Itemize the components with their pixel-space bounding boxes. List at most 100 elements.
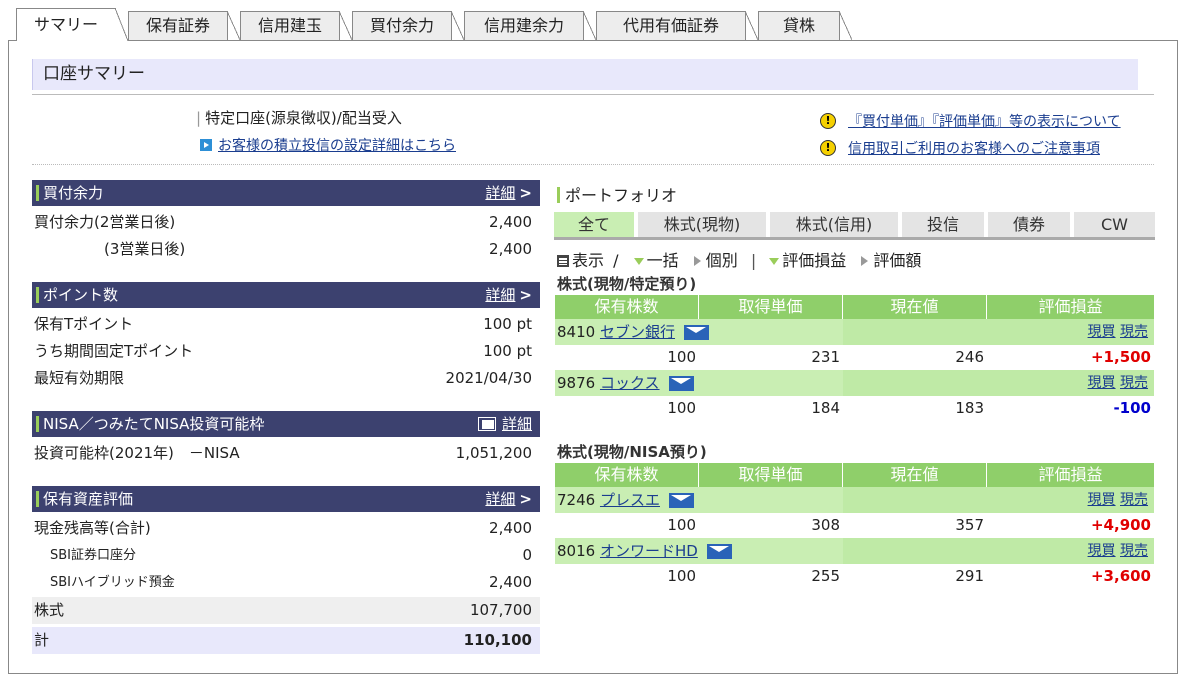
sell-link[interactable]: 現売: [1120, 543, 1148, 559]
buying-power-row: (3営業日後) 2,400: [104, 240, 532, 258]
dotted-divider: [32, 164, 1154, 165]
table-header: 保有株数 取得単価 現在値 評価損益: [555, 463, 1154, 487]
points-detail-link[interactable]: 詳細 >: [485, 282, 532, 308]
account-type-text: 特定口座(源泉徴収)/配当受入: [205, 109, 402, 127]
arrow-box-icon: [200, 139, 212, 151]
divider: [32, 94, 1154, 95]
assets-detail-link[interactable]: 詳細 >: [485, 486, 532, 512]
points-title: ポイント数: [43, 286, 119, 304]
portfolio-title: ポートフォリオ: [557, 182, 677, 206]
table-row-values: 100 255 291 +3,600: [555, 564, 1154, 589]
warning-icon: !: [820, 139, 836, 156]
table-row: 8410 セブン銀行 現買 現売: [555, 319, 1154, 345]
holdings-table: 保有株数 取得単価 現在値 評価損益 8410 セブン銀行 現買 現売 100 …: [555, 295, 1154, 421]
assets-header: 保有資産評価 詳細 >: [32, 486, 540, 512]
buy-link[interactable]: 現買: [1088, 492, 1116, 508]
page-title: 口座サマリー: [32, 59, 1138, 90]
tsumitate-info: お客様の積立投信の設定詳細はこちら: [200, 135, 456, 155]
table-row-values: 100 184 183 -100: [555, 396, 1154, 421]
nisa-title: NISA／つみたてNISA投資可能枠: [43, 415, 265, 433]
chevron-right-icon: >: [519, 490, 532, 508]
buying-power-row: 買付余力(2営業日後) 2,400: [34, 213, 532, 231]
tab-margin-positions[interactable]: 信用建玉: [240, 11, 352, 40]
assets-total-row: 計 110,100: [32, 627, 540, 654]
warning-icon: !: [820, 112, 836, 129]
pnl-value: -100: [1113, 399, 1151, 417]
pnl-value: +1,500: [1090, 348, 1151, 366]
chevron-right-icon: >: [519, 286, 532, 304]
triangle-down-icon: [633, 258, 644, 265]
nisa-row: 投資可能枠(2021年) －NISA 1,051,200: [34, 444, 532, 462]
table-row: 7246 プレスエ 現買 現売: [555, 487, 1154, 513]
assets-row: SBIハイブリッド預金 2,400: [50, 573, 532, 591]
group-title: 株式(現物/NISA預り): [557, 443, 707, 461]
group-title: 株式(現物/特定預り): [557, 275, 697, 293]
chevron-right-icon: >: [519, 184, 532, 202]
tab-stock-lending[interactable]: 貸株: [758, 11, 852, 40]
table-row: 8016 オンワードHD 現買 現売: [555, 538, 1154, 564]
stock-link[interactable]: オンワードHD: [600, 542, 698, 560]
tsumitate-link[interactable]: お客様の積立投信の設定詳細はこちら: [218, 138, 456, 154]
pf-tab-bonds[interactable]: 債券: [988, 212, 1070, 237]
mail-icon[interactable]: [668, 376, 694, 391]
points-row: うち期間固定Tポイント 100 pt: [34, 342, 532, 360]
assets-row: 現金残高等(合計) 2,400: [34, 519, 532, 537]
view-options: 表示 / 一括 個別 | 評価損益 評価額: [557, 247, 921, 271]
tab-summary[interactable]: サマリー: [16, 8, 128, 41]
pf-tab-stock-margin[interactable]: 株式(信用): [770, 212, 898, 237]
tab-buying-power[interactable]: 買付余力: [352, 11, 464, 40]
buy-link[interactable]: 現買: [1088, 375, 1116, 391]
mail-icon[interactable]: [683, 325, 709, 340]
table-row-values: 100 231 246 +1,500: [555, 345, 1154, 370]
pnl-value: +3,600: [1090, 567, 1151, 585]
pf-tab-cw[interactable]: CW: [1074, 212, 1155, 237]
notice-link-price-display[interactable]: 『買付単価』『評価単価』等の表示について: [848, 111, 1121, 131]
nisa-header: NISA／つみたてNISA投資可能枠 詳細: [32, 411, 540, 437]
tab-holdings[interactable]: 保有証券: [128, 11, 240, 40]
mail-icon[interactable]: [706, 544, 732, 559]
portfolio-tabs: 全て 株式(現物) 株式(信用) 投信 債券 CW: [554, 212, 1155, 240]
sell-link[interactable]: 現売: [1120, 375, 1148, 391]
sell-link[interactable]: 現売: [1120, 324, 1148, 340]
tab-collateral-securities[interactable]: 代用有価証券: [596, 11, 758, 40]
buying-power-header: 買付余力 詳細 >: [32, 180, 540, 206]
window-icon: [477, 417, 496, 431]
view-individual[interactable]: 個別: [706, 251, 738, 270]
buying-power-detail-link[interactable]: 詳細 >: [485, 180, 532, 206]
table-grid-icon: [557, 255, 569, 267]
view-valuation[interactable]: 評価額: [873, 251, 921, 270]
mail-icon[interactable]: [668, 493, 694, 508]
assets-title: 保有資産評価: [43, 490, 134, 508]
buy-link[interactable]: 現買: [1088, 543, 1116, 559]
view-collapse[interactable]: 一括: [647, 251, 679, 270]
table-row-values: 100 308 357 +4,900: [555, 513, 1154, 538]
notices: ! 『買付単価』『評価単価』等の表示について ! 信用取引ご利用のお客様へのご注意事…: [820, 107, 1121, 161]
assets-row: SBI証券口座分 0: [50, 546, 532, 564]
pf-tab-all[interactable]: 全て: [554, 212, 634, 237]
main-tabs: サマリー 保有証券 信用建玉 買付余力 信用建余力 代用有価証券 貸株: [8, 8, 1178, 41]
assets-row: 株式 107,700: [32, 597, 540, 624]
stock-link[interactable]: プレスエ: [600, 491, 660, 509]
tab-margin-capacity[interactable]: 信用建余力: [464, 11, 596, 40]
stock-link[interactable]: コックス: [600, 374, 660, 392]
buying-power-title: 買付余力: [43, 184, 104, 202]
points-row: 保有Tポイント 100 pt: [34, 315, 532, 333]
sell-link[interactable]: 現売: [1120, 492, 1148, 508]
table-row: 9876 コックス 現買 現売: [555, 370, 1154, 396]
notice-link-margin[interactable]: 信用取引ご利用のお客様へのご注意事項: [848, 138, 1100, 158]
nisa-detail-link[interactable]: 詳細: [477, 411, 532, 437]
table-header: 保有株数 取得単価 現在値 評価損益: [555, 295, 1154, 319]
triangle-right-icon: [693, 256, 701, 266]
buy-link[interactable]: 現買: [1088, 324, 1116, 340]
triangle-down-icon: [769, 258, 780, 265]
pf-tab-stock-cash[interactable]: 株式(現物): [638, 212, 766, 237]
view-pnl[interactable]: 評価損益: [782, 251, 846, 270]
account-type: | 特定口座(源泉徴収)/配当受入: [196, 109, 402, 127]
points-row: 最短有効期限 2021/04/30: [34, 369, 532, 387]
pnl-value: +4,900: [1090, 516, 1151, 534]
holdings-table: 保有株数 取得単価 現在値 評価損益 7246 プレスエ 現買 現売 100 3…: [555, 463, 1154, 589]
stock-link[interactable]: セブン銀行: [600, 323, 675, 341]
triangle-right-icon: [861, 256, 869, 266]
points-header: ポイント数 詳細 >: [32, 282, 540, 308]
pf-tab-funds[interactable]: 投信: [902, 212, 984, 237]
